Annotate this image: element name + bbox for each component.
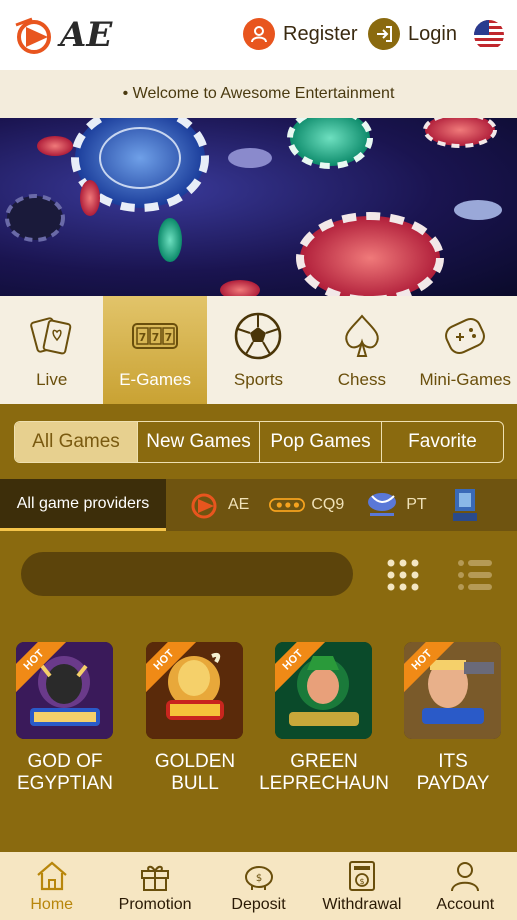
- user-icon: [243, 18, 275, 50]
- game-name: ITS PAYDAY: [416, 751, 490, 794]
- nav-label: Home: [30, 896, 74, 913]
- category-live[interactable]: Live: [0, 296, 103, 404]
- game-search-input[interactable]: [21, 552, 353, 596]
- svg-text:7: 7: [139, 331, 147, 344]
- user-icon: [451, 862, 480, 892]
- provider-bar: All game providers AE CQ9 PT: [0, 479, 517, 531]
- category-label: Mini-Games: [419, 370, 512, 389]
- bottom-nav: Home Promotion $ Deposit $ Withdrawal Ac…: [0, 852, 517, 920]
- svg-text:$: $: [359, 877, 364, 886]
- category-e-games[interactable]: 7 7 7 E-Games: [103, 296, 207, 404]
- grid-view-icon[interactable]: [384, 556, 422, 594]
- game-name: GOLDEN BULL: [154, 751, 236, 794]
- category-nav: Live 7 7 7 E-Games Sports Chess Mini-Gam…: [0, 296, 517, 404]
- nav-withdrawal[interactable]: $ Withdrawal: [310, 852, 413, 920]
- nav-promotion[interactable]: Promotion: [103, 852, 206, 920]
- login-icon: [368, 18, 400, 50]
- category-mini-games[interactable]: Mini-Games: [414, 296, 517, 404]
- category-label: Sports: [233, 370, 284, 389]
- home-icon: [36, 861, 67, 891]
- nav-home[interactable]: Home: [0, 852, 103, 920]
- cards-icon: [29, 317, 72, 355]
- provider-all[interactable]: All game providers: [0, 479, 166, 531]
- logo[interactable]: AE: [12, 10, 122, 60]
- tab-favorite[interactable]: Favorite: [382, 422, 503, 462]
- category-sports[interactable]: Sports: [207, 296, 310, 404]
- game-card[interactable]: HOT GREEN LEPRECHAUN: [259, 642, 389, 795]
- list-view-icon[interactable]: [456, 556, 494, 594]
- category-label: Chess: [337, 370, 386, 389]
- promo-banner[interactable]: [0, 118, 517, 296]
- nav-label: Withdrawal: [322, 896, 402, 913]
- game-card[interactable]: HOT ITS PAYDAY: [404, 642, 501, 795]
- game-thumbnail: HOT: [275, 642, 372, 739]
- nav-account[interactable]: Account: [414, 852, 517, 920]
- game-card[interactable]: HOT GOLDEN BULL: [146, 642, 243, 795]
- category-label: Live: [36, 370, 68, 389]
- game-thumbnail: HOT: [146, 642, 243, 739]
- provider-ae[interactable]: AE: [186, 490, 249, 520]
- marquee-text: • Welcome to Awesome Entertainment: [122, 85, 395, 102]
- game-card[interactable]: HOT GOD OF EGYPTIAN: [16, 642, 113, 795]
- login-button[interactable]: Login: [368, 18, 457, 50]
- casino-chips-image: [5, 118, 502, 296]
- category-chess[interactable]: Chess: [310, 296, 413, 404]
- register-button[interactable]: Register: [243, 18, 357, 50]
- cq9-logo-icon: [269, 490, 306, 520]
- ae-logo-icon: [15, 17, 51, 54]
- provider-label: AE: [228, 496, 250, 513]
- nav-deposit[interactable]: $ Deposit: [207, 852, 310, 920]
- piggy-bank-icon: $: [244, 866, 273, 890]
- svg-text:7: 7: [152, 331, 160, 344]
- nav-label: Promotion: [118, 896, 192, 913]
- svg-text:7: 7: [165, 331, 173, 344]
- playtech-logo-icon: [364, 490, 400, 520]
- svg-text:$: $: [255, 873, 261, 884]
- spade-icon: [345, 314, 379, 357]
- provider-pt[interactable]: PT: [364, 490, 427, 520]
- welcome-marquee: • Welcome to Awesome Entertainment: [0, 70, 517, 118]
- provider-cq9[interactable]: CQ9: [269, 490, 344, 520]
- game-filter-tabs: All Games New Games Pop Games Favorite: [14, 421, 504, 463]
- tab-all-games[interactable]: All Games: [15, 422, 138, 462]
- login-label: Login: [408, 22, 457, 45]
- soccer-ball-icon: [235, 312, 282, 360]
- sea-logo-icon: [447, 489, 483, 521]
- logo-text: AE: [60, 15, 113, 55]
- game-name: GOD OF EGYPTIAN: [16, 751, 114, 794]
- tab-pop-games[interactable]: Pop Games: [260, 422, 382, 462]
- nav-label: Deposit: [231, 896, 286, 913]
- app-header: AE Register Login: [0, 0, 517, 70]
- category-label: E-Games: [119, 370, 191, 389]
- us-flag-icon[interactable]: [474, 20, 504, 50]
- provider-sea[interactable]: [447, 489, 483, 521]
- game-thumbnail: HOT: [404, 642, 501, 739]
- gift-icon: [141, 865, 170, 891]
- game-thumbnail: HOT: [16, 642, 113, 739]
- provider-label: CQ9: [311, 496, 345, 513]
- nav-label: Account: [436, 896, 495, 913]
- tab-new-games[interactable]: New Games: [138, 422, 260, 462]
- gamepad-icon: [445, 317, 486, 355]
- ae-logo-icon: [186, 490, 222, 520]
- atm-icon: $: [348, 861, 375, 891]
- provider-label: PT: [406, 496, 427, 513]
- game-name: GREEN LEPRECHAUN: [259, 751, 389, 794]
- slot-777-icon: 7 7 7: [132, 323, 179, 349]
- register-label: Register: [283, 22, 358, 45]
